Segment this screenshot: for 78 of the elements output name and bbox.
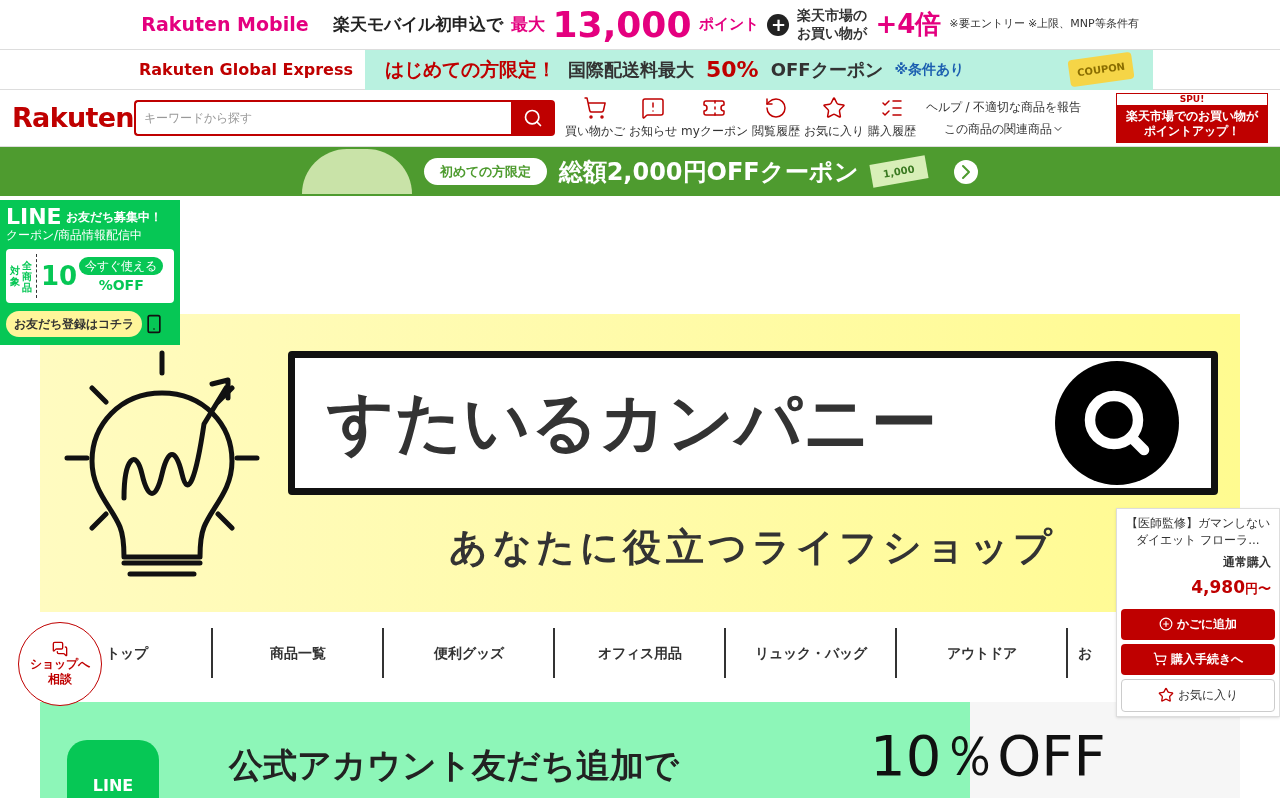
register-button[interactable]: お友だち登録はコチラ — [6, 311, 142, 337]
favorite-button[interactable]: お気に入り — [1121, 678, 1275, 712]
discount-unit: %OFF — [98, 275, 144, 295]
shop-name: すたいるカンパニー — [327, 383, 937, 463]
promo-text: 楽天市場の — [797, 7, 868, 25]
promo-headline: 公式アカウント友だち追加で — [229, 744, 679, 787]
plus-sign: + — [767, 13, 790, 36]
site-logo[interactable]: Rakuten — [12, 97, 134, 139]
promo-text: 楽天モバイル初申込で — [332, 12, 503, 36]
price-suffix: 円〜 — [1245, 581, 1271, 598]
widget-title: お友だち募集中！ — [65, 209, 162, 225]
shop-nav-link[interactable]: アウトドア — [946, 642, 1017, 664]
spu-banner[interactable]: SPU! 楽天市場でのお買い物が ポイントアップ！ — [1116, 93, 1268, 143]
discount-value: 10 — [41, 263, 78, 289]
chevron-right-icon[interactable] — [954, 159, 979, 184]
target-label: 全商品 — [22, 259, 32, 293]
coupon-banner[interactable]: 初めての方限定 総額2,000円OFFクーポン 1,000 — [0, 147, 1280, 196]
purchase-type: 通常購入 — [1222, 554, 1272, 571]
history-icon — [763, 96, 788, 120]
express-promo-banner[interactable]: Rakuten Global Express はじめての方限定！ 国際配送料最大 50% OFFクーポン ※条件あり COUPON — [0, 50, 1280, 90]
notification-icon — [641, 96, 665, 120]
star-icon — [821, 96, 846, 120]
use-now-tag: 今すぐ使える — [79, 256, 164, 275]
spu-tag: SPU! — [1117, 94, 1267, 105]
related-products-link[interactable]: この商品の関連商品 — [943, 120, 1064, 138]
promo-text: 最大 — [510, 12, 545, 36]
price: 4,980 — [1191, 576, 1245, 599]
brand-logo: Rakuten Global Express — [138, 58, 354, 81]
coupon-text: 総額2,000円OFFクーポン — [558, 156, 859, 188]
shop-chat-button[interactable]: ショップへ 相談 — [18, 622, 102, 706]
header-nav-link[interactable]: 購入履歴 — [865, 96, 918, 140]
spu-text: ポイントアップ！ — [1144, 123, 1240, 139]
checkout-button[interactable]: 購入手続きへ — [1121, 643, 1275, 675]
product-title[interactable]: 【医師監修】ガマンしないダイエット フローラ... — [1121, 515, 1275, 549]
line-promo-banner[interactable]: LINE 公式アカウント友だち追加で 10％OFF — [40, 702, 1240, 798]
banknote: 1,000 — [869, 155, 928, 188]
shop-nav-link[interactable]: お — [1078, 642, 1092, 664]
points-unit: ポイント — [699, 14, 760, 36]
line-logo: LINE — [6, 206, 62, 228]
header-nav-link[interactable]: お知らせ — [627, 96, 679, 140]
promo-text: 国際配送料最大 — [568, 58, 694, 82]
plus-icon — [1159, 617, 1173, 631]
widget-subtitle: クーポン/商品情報配信中 — [6, 228, 144, 243]
discount-text: 10％OFF — [870, 728, 1106, 784]
add-to-cart-button[interactable]: かごに追加 — [1121, 608, 1275, 640]
coupon-ticket: COUPON — [1067, 51, 1135, 88]
line-logo: LINE — [67, 740, 159, 798]
shop-tagline: あなたに役立つライフショップ — [449, 523, 1057, 571]
help-link[interactable]: ヘルプ / 不適切な商品を報告 — [925, 98, 1082, 116]
header-nav-link[interactable]: myクーポン — [679, 96, 750, 140]
chat-icon — [52, 641, 68, 657]
promo-headline: はじめての方限定！ — [385, 57, 556, 83]
cart-icon — [1153, 652, 1167, 666]
first-time-badge: 初めての方限定 — [423, 157, 547, 186]
shop-nav-link[interactable]: オフィス用品 — [597, 642, 682, 664]
points-amount: 13,000 — [552, 6, 692, 43]
promo-text: OFFクーポン — [770, 58, 883, 82]
shop-nav-link[interactable]: 商品一覧 — [269, 642, 326, 664]
search-field[interactable]: キーワードから探す — [134, 100, 511, 136]
search-icon — [523, 108, 543, 128]
phone-icon — [144, 312, 164, 336]
shop-nav-link[interactable]: トップ — [105, 642, 148, 664]
discount-value: 50% — [706, 56, 759, 84]
search-button[interactable] — [511, 100, 555, 136]
multiplier: +4倍 — [875, 8, 942, 41]
header-nav-link[interactable]: 買い物かご — [563, 96, 627, 140]
brand-logo: Rakuten Mobile — [141, 12, 309, 38]
promo-note: ※条件あり — [894, 60, 965, 79]
header-nav-link[interactable]: 閲覧履歴 — [749, 96, 802, 140]
promo-text: お買い物が — [797, 24, 868, 42]
header-nav-link[interactable]: お気に入り — [801, 96, 866, 140]
shop-nav-link[interactable]: リュック・バッグ — [754, 642, 867, 664]
star-icon — [1158, 687, 1174, 703]
cart-icon — [583, 96, 607, 120]
promo-note: ※要エントリー ※上限、MNP等条件有 — [949, 16, 1139, 33]
shop-nav-link[interactable]: 便利グッズ — [433, 642, 504, 664]
spu-text: 楽天市場でのお買い物が — [1126, 108, 1258, 124]
target-label: 対象 — [10, 265, 20, 287]
